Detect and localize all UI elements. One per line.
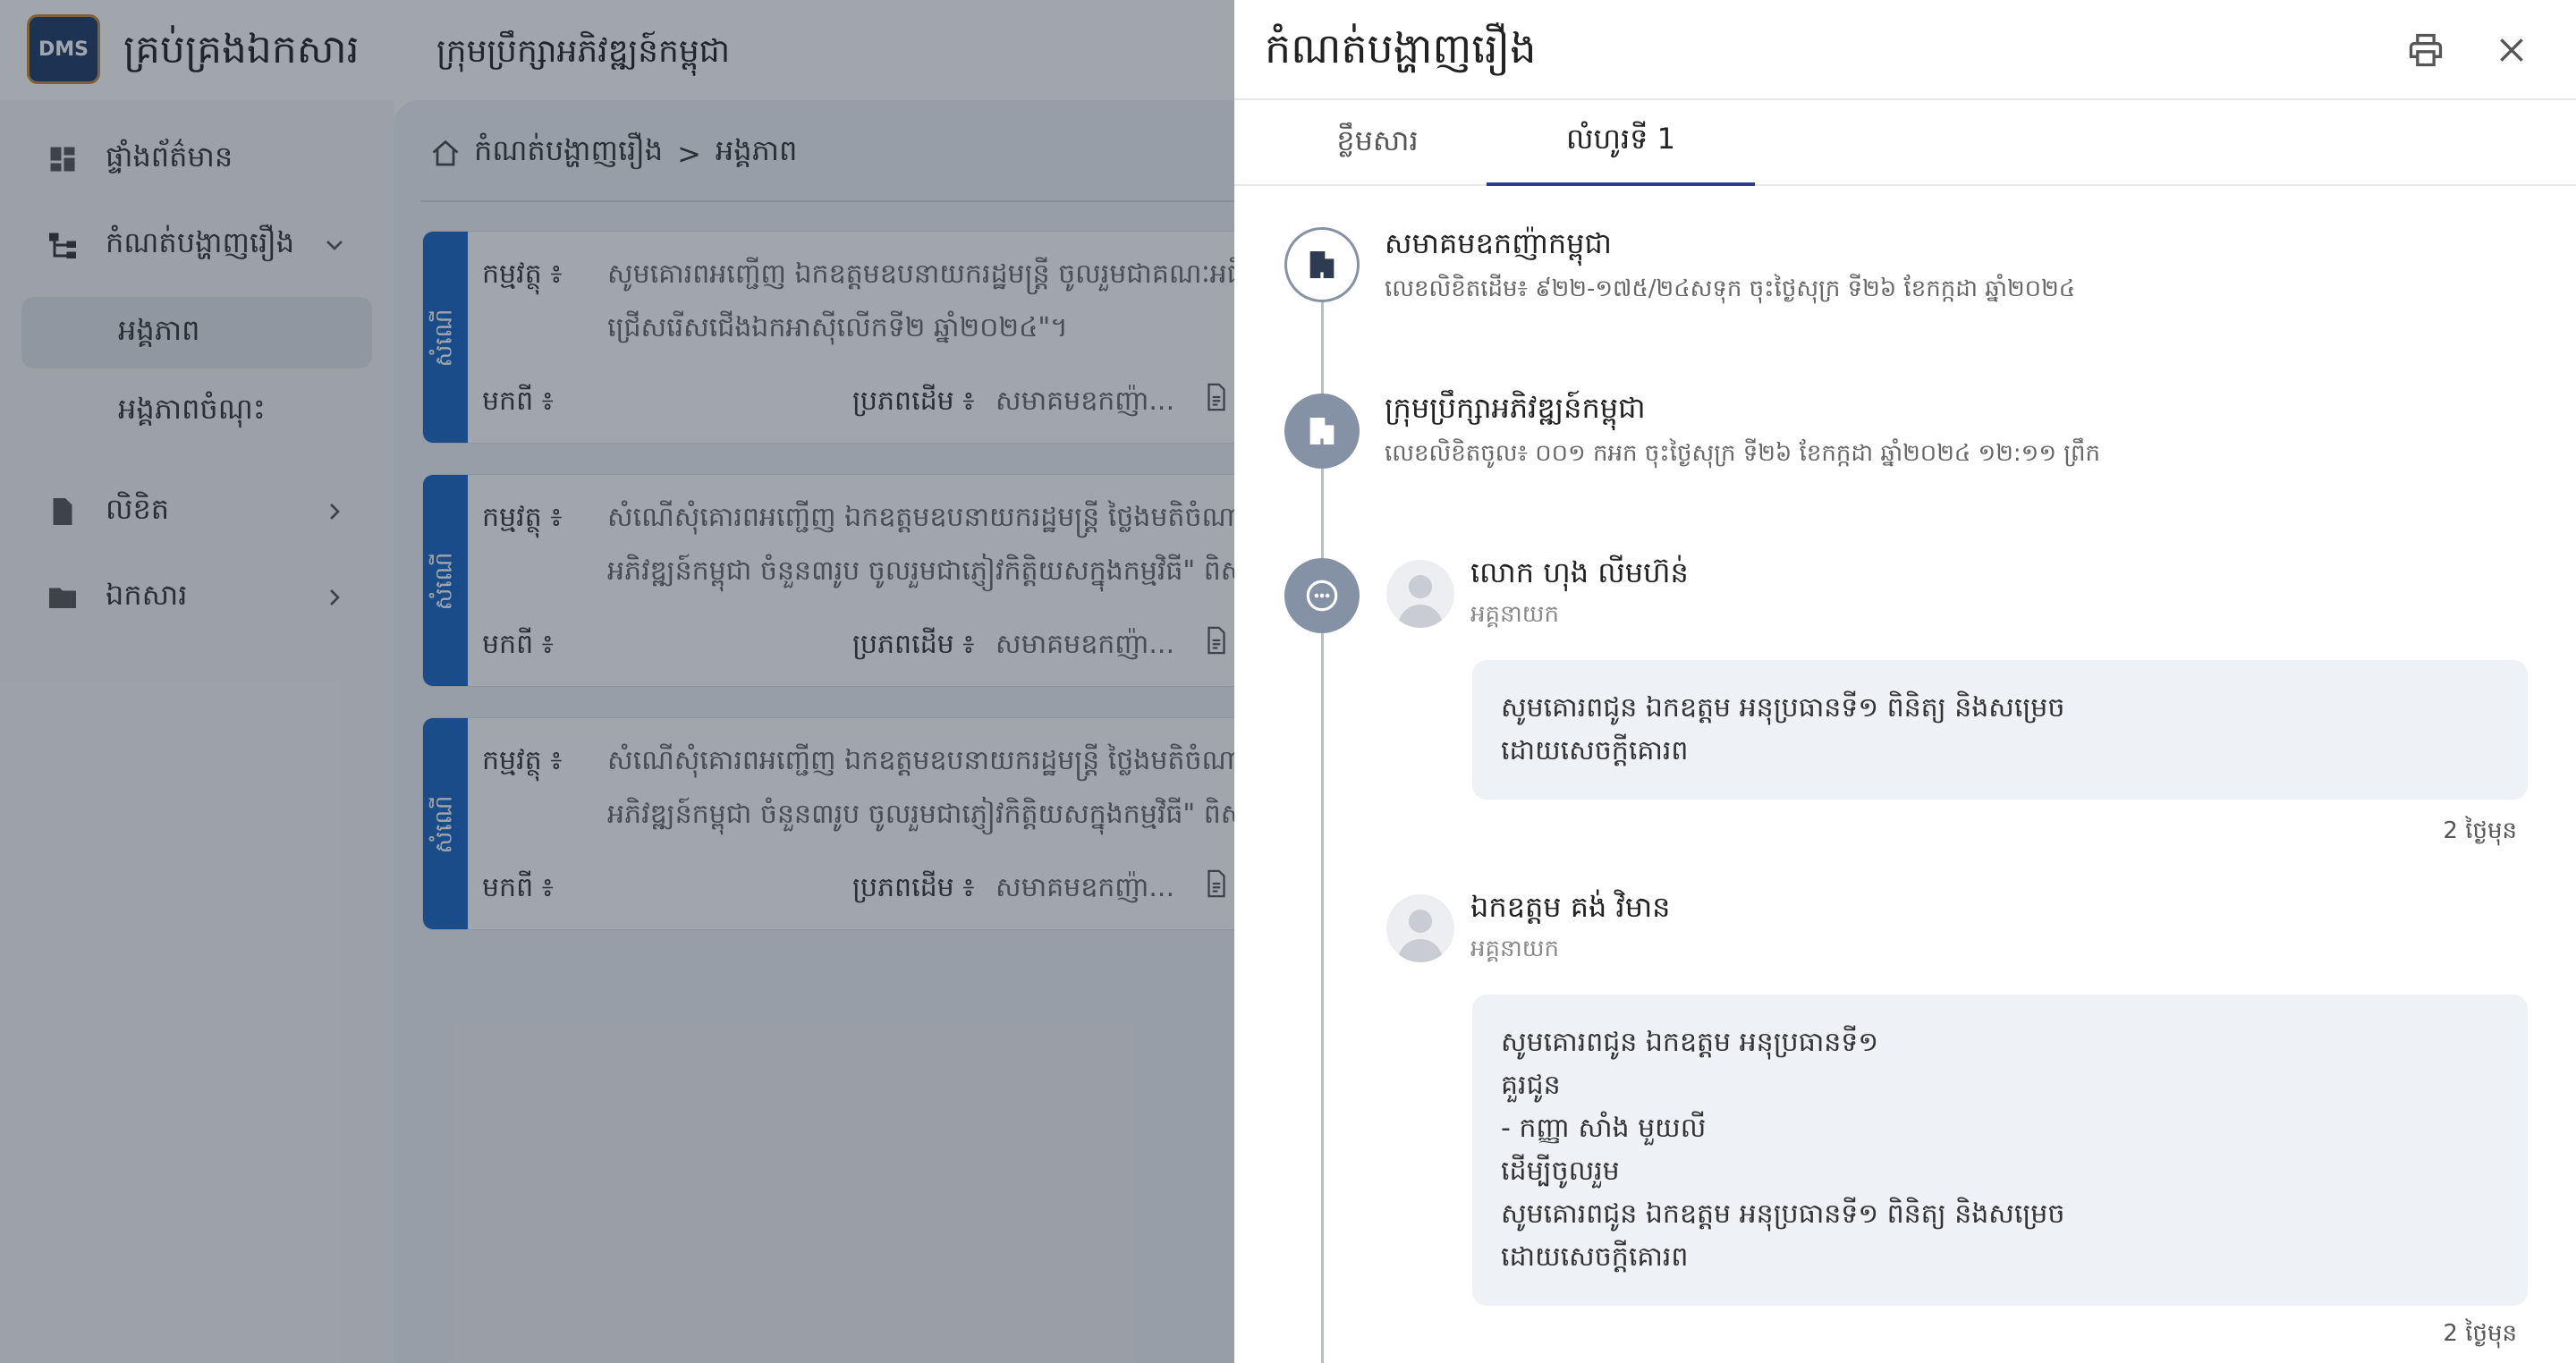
building-icon <box>1284 227 1360 302</box>
comment-line: សូមគោរពជូន ឯកឧត្តម អនុប្រធានទី១ ពិនិត្យ … <box>1501 1198 2065 1230</box>
comment-line: ដោយសេចក្តីគោរព <box>1501 735 1689 766</box>
comment-time: 2 ថ្ងៃមុន <box>2443 817 2517 844</box>
commenter-name: ឯកឧត្តម គង់ វិមាន <box>1470 890 1671 924</box>
story-detail-drawer: កំណត់បង្ហាញរឿង ខ្លឹមសារ លំហូរទី 1 សមាគមឧ… <box>1234 0 2576 1363</box>
user-icon <box>1386 894 1454 962</box>
chat-icon <box>1284 558 1360 633</box>
comment-line: គួរជូន <box>1501 1070 1561 1101</box>
comment-line: - កញ្ញា សាំង មួយលី <box>1501 1113 1707 1144</box>
close-icon[interactable] <box>2487 25 2537 75</box>
building-icon <box>1284 394 1360 469</box>
commenter-role: អគ្គនាយក <box>1470 601 1560 628</box>
commenter-role: អគ្គនាយក <box>1470 935 1560 962</box>
comment-time: 2 ថ្ងៃមុន <box>2443 1320 2517 1347</box>
tab-content[interactable]: ខ្លឹមសារ <box>1270 100 1485 186</box>
drawer-header: កំណត់បង្ហាញរឿង <box>1234 0 2576 100</box>
comment-line: សូមគោរពជូន ឯកឧត្តម អនុប្រធានទី១ ពិនិត្យ … <box>1501 692 2065 724</box>
timeline-org-name: ក្រុមប្រឹក្សាអភិវឌ្ឍន៍កម្ពុជា <box>1385 391 1646 425</box>
timeline-org-name: សមាគមឧកញ៉ាកម្ពុជា <box>1385 226 1612 260</box>
drawer-tabs: ខ្លឹមសារ លំហូរទី 1 <box>1234 100 2576 186</box>
tab-flow-1[interactable]: លំហូរទី 1 <box>1487 100 1755 186</box>
comment-line: ដើម្បីចូលរួម <box>1501 1156 1620 1187</box>
comment-bubble: សូមគោរពជូន ឯកឧត្តម អនុប្រធានទី១ ពិនិត្យ … <box>1472 660 2528 800</box>
commenter-name: លោក ហុង លីមហ៊ន់ <box>1470 555 1689 589</box>
drawer-title: កំណត់បង្ហាញរឿង <box>1265 24 1537 72</box>
timeline-org-details: លេខលិខិតដើម៖ ៩២២-១៧៥/២៤សទុក ចុះថ្ងៃសុក្រ… <box>1385 275 2076 302</box>
user-icon <box>1386 560 1454 628</box>
timeline-org-details: លេខលិខិតចូល៖ ០០១ កអក ចុះថ្ងៃសុក្រ ទី២៦ ខ… <box>1385 440 2101 467</box>
comment-line: ដោយសេចក្តីគោរព <box>1501 1241 1689 1273</box>
printer-icon[interactable] <box>2401 25 2451 75</box>
comment-bubble: សូមគោរពជូន ឯកឧត្តម អនុប្រធានទី១ គួរជូន -… <box>1472 995 2528 1306</box>
comment-line: សូមគោរពជូន ឯកឧត្តម អនុប្រធានទី១ <box>1501 1027 1879 1058</box>
